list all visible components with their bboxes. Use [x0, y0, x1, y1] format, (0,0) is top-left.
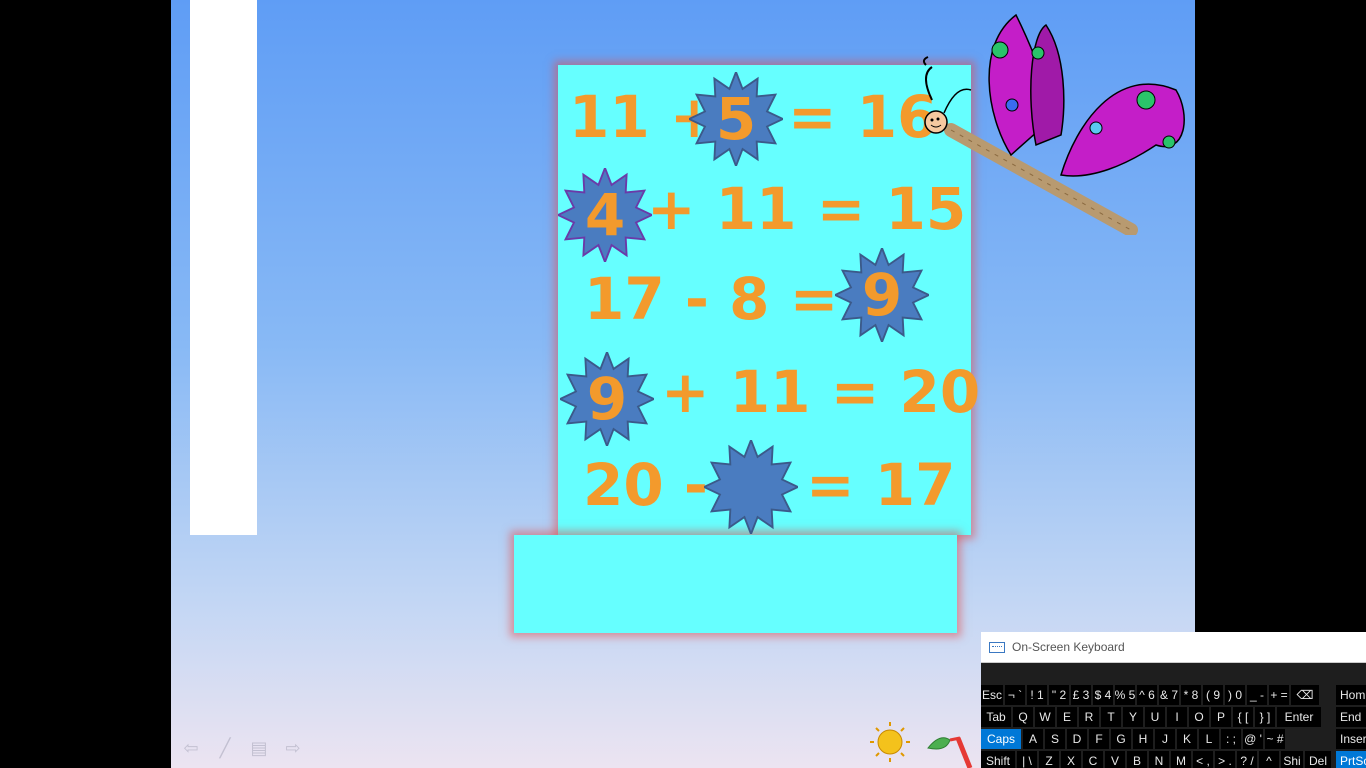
- key-6[interactable]: ^ 6: [1137, 685, 1157, 705]
- key-k[interactable]: K: [1177, 729, 1197, 749]
- key-8[interactable]: * 8: [1181, 685, 1201, 705]
- key-sym-14[interactable]: ⌫: [1291, 685, 1319, 705]
- key-0[interactable]: ) 0: [1225, 685, 1245, 705]
- key-sym-11[interactable]: { [: [1233, 707, 1253, 727]
- key-l[interactable]: L: [1199, 729, 1219, 749]
- answer-5: [704, 440, 798, 534]
- osk-title-bar[interactable]: On-Screen Keyboard: [981, 632, 1366, 663]
- key-prtsc[interactable]: PrtSc: [1336, 751, 1366, 768]
- osk-title: On-Screen Keyboard: [1012, 640, 1125, 654]
- key-end[interactable]: End: [1336, 707, 1366, 727]
- key-m[interactable]: M: [1171, 751, 1191, 768]
- osk-keys: Esc ¬ `! 1 " 2 £ 3 $ 4% 5 ^ 6 & 7 * 8( 9) 0 _ - +…: [981, 663, 1366, 768]
- key-2[interactable]: " 2: [1049, 685, 1069, 705]
- key-insert[interactable]: Inser: [1336, 729, 1366, 749]
- key-row-1: Esc ¬ `! 1 " 2 £ 3 $ 4% 5 ^ 6 & 7 * 8( 9) 0 _ - +…: [981, 685, 1319, 705]
- sun-bird-decoration: [870, 722, 973, 768]
- key-caps[interactable]: Caps: [981, 729, 1021, 749]
- key-s[interactable]: S: [1045, 729, 1065, 749]
- answer-4: 9: [586, 365, 628, 433]
- key-e[interactable]: E: [1057, 707, 1077, 727]
- answer-3: 9: [861, 261, 903, 329]
- key-1[interactable]: ! 1: [1027, 685, 1047, 705]
- key-j[interactable]: J: [1155, 729, 1175, 749]
- star-answer-3[interactable]: 9: [835, 248, 929, 342]
- key-c[interactable]: C: [1083, 751, 1103, 768]
- star-answer-5[interactable]: [704, 440, 798, 534]
- on-screen-keyboard[interactable]: On-Screen Keyboard Esc ¬ `! 1 " 2 £ 3 $ 4% 5…: [981, 632, 1366, 768]
- pen-icon[interactable]: ╱: [215, 738, 235, 759]
- key-g[interactable]: G: [1111, 729, 1131, 749]
- key-sym-10[interactable]: : ;: [1221, 729, 1241, 749]
- key-o[interactable]: O: [1189, 707, 1209, 727]
- star-answer-2[interactable]: 4: [558, 168, 652, 262]
- key-shift[interactable]: Shift: [981, 751, 1015, 768]
- forward-arrow-icon[interactable]: ⇨: [283, 738, 303, 759]
- key-tab[interactable]: Tab: [981, 707, 1011, 727]
- key-enter[interactable]: Enter: [1277, 707, 1321, 727]
- equation-4-right: + 11 = 20: [661, 358, 981, 426]
- key-7[interactable]: & 7: [1159, 685, 1179, 705]
- math-card-lower: [514, 535, 957, 633]
- key-sym-9[interactable]: < ,: [1193, 751, 1213, 768]
- key-sym-13[interactable]: + =: [1269, 685, 1289, 705]
- key-y[interactable]: Y: [1123, 707, 1143, 727]
- key-sym-12[interactable]: _ -: [1247, 685, 1267, 705]
- slide-nav: ⇦ ╱ ▤ ⇨: [181, 738, 303, 759]
- key-q[interactable]: Q: [1013, 707, 1033, 727]
- key-sym-10[interactable]: > .: [1215, 751, 1235, 768]
- key-3[interactable]: £ 3: [1071, 685, 1091, 705]
- key-home[interactable]: Hom: [1336, 685, 1366, 705]
- key-h[interactable]: H: [1133, 729, 1153, 749]
- star-answer-1[interactable]: 5: [689, 72, 783, 166]
- key-sym-12[interactable]: ~ #: [1265, 729, 1285, 749]
- key-sym-11[interactable]: @ ': [1243, 729, 1263, 749]
- equation-3-left: 17 - 8 =: [584, 265, 839, 333]
- key-sym-11[interactable]: ? /: [1237, 751, 1257, 768]
- keyboard-icon: [989, 641, 1005, 653]
- key-b[interactable]: B: [1127, 751, 1147, 768]
- key-i[interactable]: I: [1167, 707, 1187, 727]
- key-9[interactable]: ( 9: [1203, 685, 1223, 705]
- butterfly-illustration: [922, 13, 1185, 235]
- menu-icon[interactable]: ▤: [249, 738, 269, 759]
- key-row-3: Caps A S D F G H J K L: ; @ ' ~ #: [981, 729, 1285, 749]
- key-row-2: Tab Q W E R T Y U I O P{ [} ] Enter: [981, 707, 1321, 727]
- key-t[interactable]: T: [1101, 707, 1121, 727]
- key-z[interactable]: Z: [1039, 751, 1059, 768]
- answer-2: 4: [584, 181, 626, 249]
- key-f[interactable]: F: [1089, 729, 1109, 749]
- key-sym-1[interactable]: ¬ `: [1005, 685, 1025, 705]
- key-u[interactable]: U: [1145, 707, 1165, 727]
- equation-5-right: = 17: [806, 451, 956, 519]
- key-5[interactable]: % 5: [1115, 685, 1135, 705]
- key-x[interactable]: X: [1061, 751, 1081, 768]
- key-n[interactable]: N: [1149, 751, 1169, 768]
- key-shi[interactable]: Shi: [1281, 751, 1303, 768]
- equation-5-left: 20 -: [583, 451, 708, 519]
- key-sym-12[interactable]: } ]: [1255, 707, 1275, 727]
- star-answer-4[interactable]: 9: [560, 352, 654, 446]
- white-panel: [190, 0, 257, 535]
- key-v[interactable]: V: [1105, 751, 1125, 768]
- key-p[interactable]: P: [1211, 707, 1231, 727]
- key-d[interactable]: D: [1067, 729, 1087, 749]
- key-row-4: Shift | \ Z X C V B N M < , > .? / ^ Shi Del: [981, 751, 1331, 768]
- back-arrow-icon[interactable]: ⇦: [181, 738, 201, 759]
- key-4[interactable]: $ 4: [1093, 685, 1113, 705]
- answer-1: 5: [715, 85, 757, 153]
- key-w[interactable]: W: [1035, 707, 1055, 727]
- key-esc[interactable]: Esc: [981, 685, 1003, 705]
- key-a[interactable]: A: [1023, 729, 1043, 749]
- key-sym-12[interactable]: ^: [1259, 751, 1279, 768]
- key-del[interactable]: Del: [1305, 751, 1331, 768]
- key-sym-1[interactable]: | \: [1017, 751, 1037, 768]
- key-r[interactable]: R: [1079, 707, 1099, 727]
